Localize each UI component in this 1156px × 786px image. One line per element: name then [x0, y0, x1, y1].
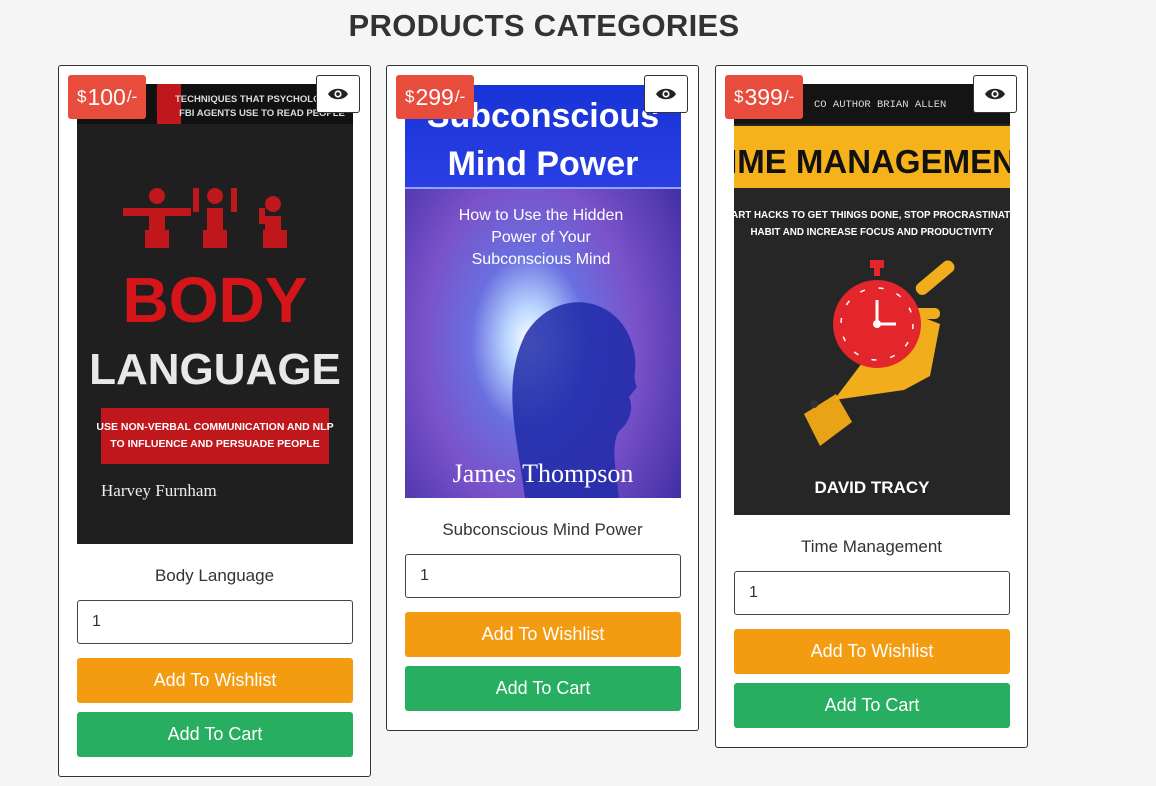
cover-subtitle-line2: TO INFLUENCE AND PERSUADE PEOPLE [110, 438, 319, 450]
product-cover-image[interactable]: TECHNIQUES THAT PSYCHOLOGISTS FBI AGENTS… [77, 84, 353, 544]
quick-view-button[interactable] [644, 75, 688, 113]
price-amount: 100 [87, 83, 126, 110]
cover-subtitle-line1: USE NON-VERBAL COMMUNICATION AND NLP [96, 421, 333, 433]
price-currency: $ [77, 87, 87, 106]
product-name: Subconscious Mind Power [442, 520, 643, 539]
quantity-input[interactable] [77, 600, 353, 644]
cover-banner: CO AUTHOR BRIAN ALLEN [814, 99, 946, 111]
cover-subtitle-line1: How to Use the Hidden [459, 207, 624, 224]
cover-title-line1: BODY [123, 264, 308, 336]
add-to-cart-button[interactable]: Add To Cart [405, 666, 681, 711]
add-to-wishlist-button[interactable]: Add To Wishlist [77, 658, 353, 703]
product-cover-image[interactable]: Subconscious Mind Power How to Use the H… [405, 85, 681, 498]
add-to-cart-button[interactable]: Add To Cart [77, 712, 353, 757]
product-cover-image[interactable]: CO AUTHOR BRIAN ALLEN TIME MANAGEMENT SM… [734, 84, 1010, 515]
product-name: Body Language [154, 566, 275, 585]
cover-title: TIME MANAGEMENT [734, 143, 1010, 180]
price-badge: $399/- [725, 75, 804, 119]
add-to-wishlist-button[interactable]: Add To Wishlist [405, 612, 681, 657]
add-to-wishlist-button[interactable]: Add To Wishlist [734, 629, 1010, 674]
cover-subtitle-line2: Power of Your [491, 229, 591, 246]
eye-icon [656, 88, 676, 100]
price-currency: $ [734, 87, 744, 106]
eye-icon [985, 88, 1005, 100]
quantity-input[interactable] [405, 554, 681, 598]
cover-author: Harvey Furnham [101, 481, 217, 500]
cover-subtitle-line1: SMART HACKS TO GET THINGS DONE, STOP PRO… [734, 210, 1010, 221]
price-suffix: /- [126, 87, 138, 106]
product-name: Time Management [800, 537, 943, 556]
price-currency: $ [405, 87, 415, 106]
quick-view-button[interactable] [973, 75, 1017, 113]
price-badge: $299/- [396, 75, 475, 119]
quick-view-button[interactable] [316, 75, 360, 113]
page-title: PRODUCTS CATEGORIES [348, 8, 740, 43]
quantity-input[interactable] [734, 571, 1010, 615]
price-amount: 399 [744, 83, 783, 110]
cover-author: James Thompson [453, 459, 634, 488]
cover-subtitle-line3: Subconscious Mind [472, 251, 611, 268]
product-card-time-management: $399/- CO AUTHOR BRIAN ALLEN TIME MANAGE… [715, 65, 1028, 748]
price-badge: $100/- [68, 75, 147, 119]
price-amount: 299 [415, 83, 454, 110]
product-card-body-language: $100/- TECHNIQUES THAT PSYCHOLOGISTS FBI… [58, 65, 371, 777]
eye-icon [328, 88, 348, 100]
add-to-cart-button[interactable]: Add To Cart [734, 683, 1010, 728]
cover-title-line2: Mind Power [448, 145, 639, 183]
cover-author: DAVID TRACY [815, 478, 931, 497]
price-suffix: /- [454, 87, 466, 106]
price-suffix: /- [783, 87, 795, 106]
cover-title-line2: LANGUAGE [89, 345, 341, 394]
cover-subtitle-line2: HABIT AND INCREASE FOCUS AND PRODUCTIVIT… [750, 227, 994, 238]
product-card-subconscious-mind-power: $299/- Subconscious Mind Power How to Us… [386, 65, 699, 731]
